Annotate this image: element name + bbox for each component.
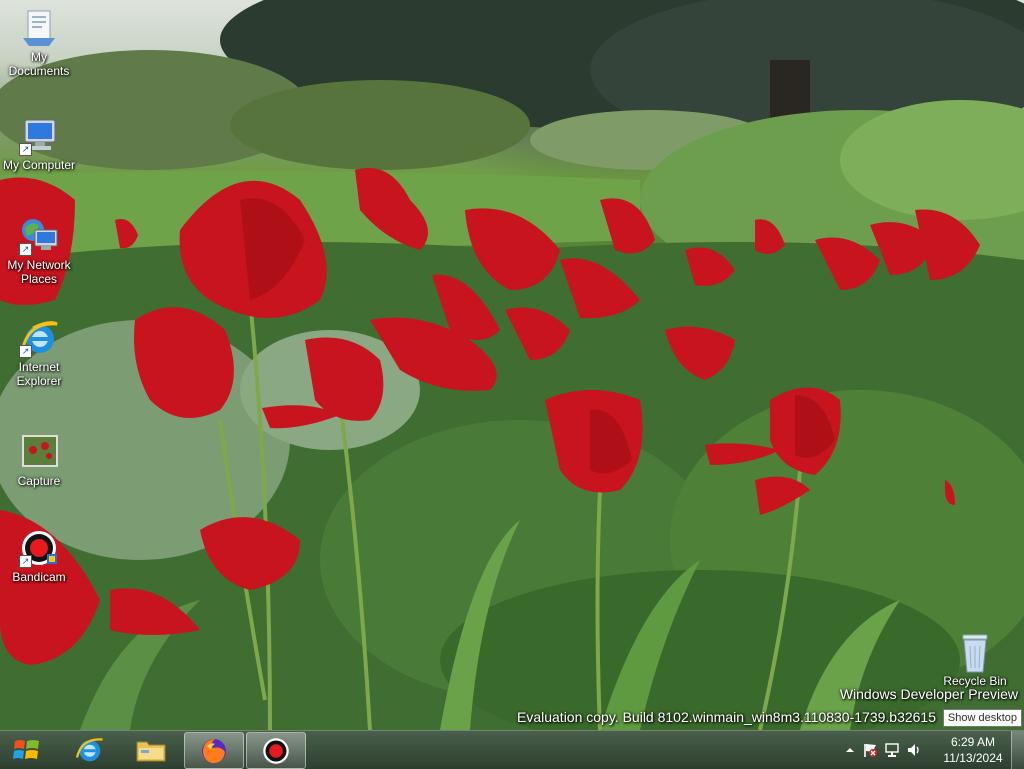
- shortcut-arrow-icon: ↗: [19, 243, 32, 256]
- my-documents-icon: [19, 8, 59, 48]
- internet-explorer-icon: [75, 737, 103, 761]
- desktop-icon-network-places[interactable]: ↗ My Network Places: [0, 216, 78, 286]
- desktop-icon-label: My Computer: [2, 158, 76, 172]
- desktop-icon-bandicam[interactable]: ↗ Bandicam: [0, 528, 78, 584]
- shortcut-arrow-icon: ↗: [19, 143, 32, 156]
- system-tray: 6:29 AM 11/13/2024: [834, 731, 1024, 769]
- windows-watermark-title: Windows Developer Preview: [839, 686, 1018, 702]
- desktop-icon-capture[interactable]: Capture: [0, 432, 78, 488]
- clock-date: 11/13/2024: [943, 751, 1003, 765]
- tulip-garden-scene: [0, 0, 1024, 730]
- network-icon[interactable]: [884, 742, 900, 758]
- taskbar-clock[interactable]: 6:29 AM 11/13/2024: [938, 734, 1008, 766]
- volume-icon[interactable]: [906, 742, 922, 758]
- recycle-bin-icon: [955, 632, 995, 673]
- desktop-icon-label: Internet Explorer: [16, 360, 62, 388]
- windows-logo-icon: [13, 740, 39, 759]
- firefox-icon: [202, 738, 226, 763]
- my-computer-icon: ↗: [19, 116, 59, 156]
- desktop-icon-label: Capture: [17, 474, 61, 488]
- windows-watermark-build: Evaluation copy. Build 8102.winmain_win8…: [517, 709, 936, 725]
- desktop-icon-my-documents[interactable]: My Documents: [0, 8, 78, 78]
- desktop-icon-internet-explorer[interactable]: ↗ Internet Explorer: [0, 318, 78, 388]
- clock-time: 6:29 AM: [950, 735, 996, 749]
- desktop-icon-label: Bandicam: [12, 570, 66, 584]
- taskbar-firefox-button[interactable]: [184, 732, 244, 769]
- taskbar-file-explorer-button[interactable]: [122, 732, 180, 767]
- taskbar-bandicam-button[interactable]: [246, 732, 306, 769]
- start-button[interactable]: [4, 733, 50, 767]
- desktop-icon-my-computer[interactable]: ↗ My Computer: [0, 116, 78, 172]
- bandicam-icon: [263, 737, 289, 764]
- desktop-icon-recycle-bin[interactable]: Recycle Bin: [936, 632, 1014, 688]
- internet-explorer-icon: ↗: [19, 318, 59, 358]
- shortcut-arrow-icon: ↗: [19, 345, 32, 358]
- chevron-up-icon[interactable]: [842, 742, 858, 758]
- taskbar: 6:29 AM 11/13/2024: [0, 730, 1024, 769]
- capture-icon: [19, 432, 59, 472]
- shortcut-arrow-icon: ↗: [19, 555, 32, 568]
- show-desktop-button[interactable]: [1011, 731, 1024, 769]
- action-center-flag-icon[interactable]: [862, 742, 878, 758]
- desktop-icon-label: My Documents: [8, 50, 70, 78]
- desktop-wallpaper: [0, 0, 1024, 730]
- network-places-icon: ↗: [19, 216, 59, 256]
- folder-icon: [136, 741, 166, 761]
- taskbar-internet-explorer-button[interactable]: [60, 732, 118, 767]
- show-desktop-tooltip: Show desktop: [942, 709, 1022, 727]
- desktop-icon-label: My Network Places: [7, 258, 71, 286]
- bandicam-icon: ↗: [19, 528, 59, 568]
